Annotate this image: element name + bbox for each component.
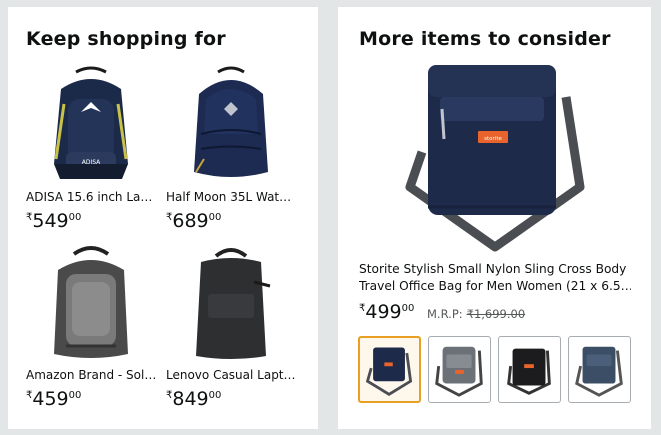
product-name[interactable]: ADISA 15.6 inch Laptop Backpack <box>26 190 157 204</box>
backpack-blue-image <box>194 66 268 177</box>
product-name[interactable]: Half Moon 35L Water Resistant Backpack <box>166 190 297 204</box>
brand-patch-text: storite <box>484 136 502 142</box>
keep-shopping-card: Keep shopping for ADISA ADISA 15.6 inch … <box>8 7 318 429</box>
thumbnail-4[interactable] <box>568 336 631 403</box>
sling-bag-grey-thumb-icon <box>435 346 483 397</box>
more-items-card: More items to consider storite Storite S… <box>338 7 651 429</box>
backpack-black-image <box>196 248 271 359</box>
product-price: ₹54900 <box>26 210 82 232</box>
product-price: ₹84900 <box>166 388 222 410</box>
sling-bag-bluegrey-thumb-icon <box>575 346 623 397</box>
product-name[interactable]: Amazon Brand - Solimo Backpack <box>26 368 157 382</box>
sling-bag-black-thumb-icon <box>507 348 551 395</box>
mrp-price: M.R.P: ₹1,699.00 <box>427 307 526 321</box>
product-price: ₹49900 <box>359 301 415 323</box>
product-price: ₹68900 <box>166 210 222 232</box>
more-items-title: More items to consider <box>359 28 611 50</box>
backpack-grey-image <box>54 246 128 358</box>
thumbnail-2[interactable] <box>428 336 491 403</box>
thumbnail-1[interactable] <box>358 336 421 403</box>
thumbnail-3[interactable] <box>498 336 561 403</box>
backpack-navy-image: ADISA <box>54 66 128 179</box>
product-title[interactable]: Storite Stylish Small Nylon Sling Cross … <box>359 261 631 295</box>
keep-shopping-title: Keep shopping for <box>26 28 226 50</box>
product-name[interactable]: Lenovo Casual Laptop Backpack <box>166 368 297 382</box>
product-price: ₹45900 <box>26 388 82 410</box>
sling-bag-navy-thumb-icon <box>365 347 413 396</box>
sling-bag-image[interactable]: storite <box>400 57 590 257</box>
